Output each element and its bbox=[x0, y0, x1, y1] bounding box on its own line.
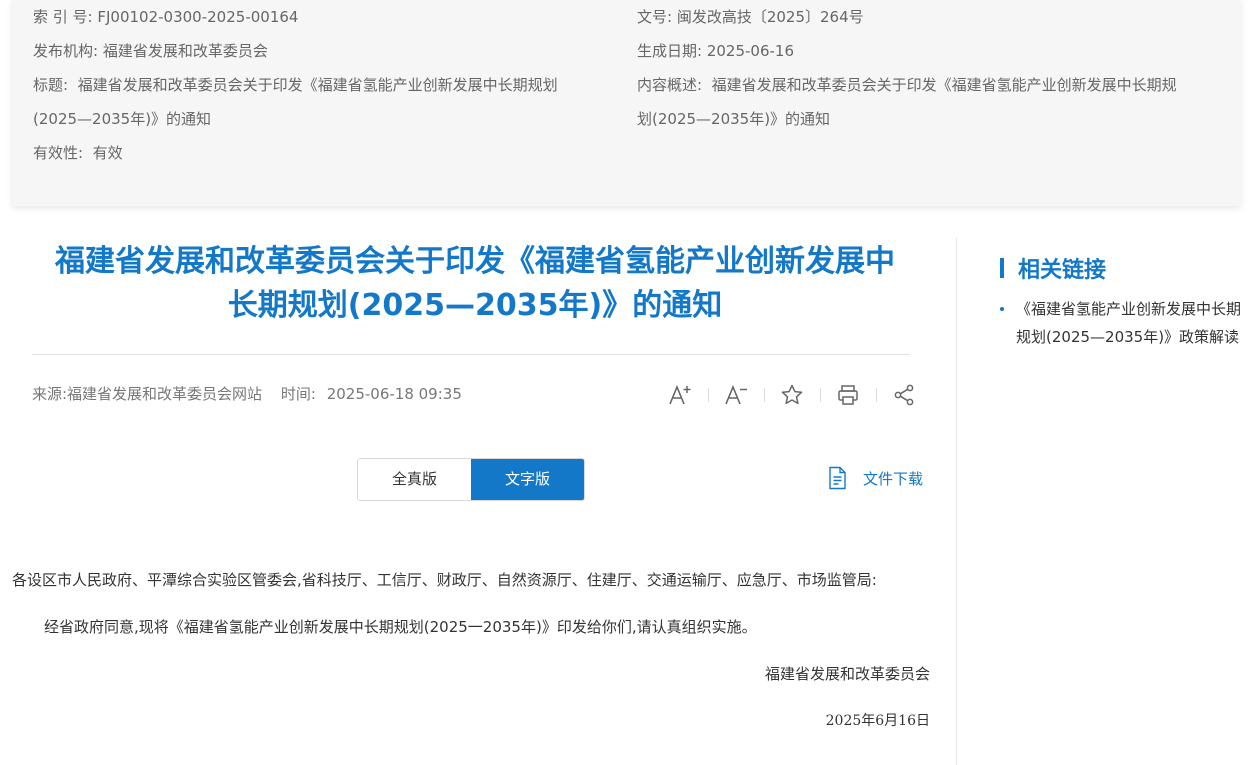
article-source: 来源:福建省发展和改革委员会网站 bbox=[32, 385, 263, 403]
document-icon bbox=[829, 466, 846, 490]
meta-value-cont: 划(2025—2035年)》的通知 bbox=[637, 110, 831, 128]
printer-icon bbox=[838, 385, 858, 405]
version-tabs: 全真版 文字版 bbox=[357, 458, 585, 501]
related-links-title: 相关链接 bbox=[1018, 258, 1107, 283]
time-label: 时间: bbox=[280, 385, 316, 403]
meta-label: 标题: bbox=[33, 76, 69, 94]
meta-value: 福建省发展和改革委员会关于印发《福建省氢能产业创新发展中长期规划 bbox=[77, 76, 558, 94]
column-divider bbox=[956, 238, 957, 765]
related-links: 相关链接 《福建省氢能产业创新发展中长期规划(2025—2035年)》政策解读 bbox=[1000, 251, 1245, 351]
meta-index-number: 索 引 号: FJ00102-0300-2025-00164 bbox=[33, 0, 603, 34]
font-decrease-icon bbox=[725, 384, 747, 405]
issue-date: 2025年6月16日 bbox=[825, 713, 930, 729]
related-links-list: 《福建省氢能产业创新发展中长期规划(2025—2035年)》政策解读 bbox=[1000, 295, 1245, 351]
article-title-line1: 福建省发展和改革委员会关于印发《福建省氢能产业创新发展中 bbox=[55, 244, 895, 279]
meta-label: 有效性: bbox=[33, 144, 84, 162]
meta-value: 福建省发展和改革委员会关于印发《福建省氢能产业创新发展中长期规 bbox=[711, 76, 1177, 94]
meta-column-right: 文号: 闽发改高技〔2025〕264号 生成日期: 2025-06-16 内容概… bbox=[637, 0, 1222, 136]
body-paragraph: 各设区市人民政府、平潭综合实验区管委会,省科技厅、工信厅、财政厅、自然资源厅、住… bbox=[12, 571, 877, 589]
tab-full-version[interactable]: 全真版 bbox=[358, 459, 471, 500]
meta-label: 索 引 号: bbox=[33, 8, 93, 26]
file-download-link[interactable]: 文件下载 bbox=[827, 466, 923, 490]
tab-text-version[interactable]: 文字版 bbox=[471, 459, 584, 500]
font-increase-icon bbox=[669, 384, 691, 405]
article-toolbar bbox=[652, 378, 932, 412]
font-increase-button[interactable] bbox=[652, 378, 708, 412]
meta-summary: 内容概述: 福建省发展和改革委员会关于印发《福建省氢能产业创新发展中长期规 划(… bbox=[637, 68, 1222, 136]
meta-value: 2025-06-16 bbox=[706, 42, 795, 60]
title-divider bbox=[32, 354, 910, 355]
article-title: 福建省发展和改革委员会关于印发《福建省氢能产业创新发展中 长期规划(2025—2… bbox=[20, 240, 930, 328]
meta-document-number: 文号: 闽发改高技〔2025〕264号 bbox=[637, 0, 1222, 34]
meta-label: 生成日期: bbox=[637, 42, 703, 60]
meta-value: 福建省发展和改革委员会 bbox=[102, 42, 268, 60]
star-icon bbox=[781, 384, 803, 405]
article-title-line2: 长期规划(2025—2035年)》的通知 bbox=[227, 288, 723, 323]
related-links-header: 相关链接 bbox=[1000, 251, 1245, 285]
font-decrease-button[interactable] bbox=[708, 378, 764, 412]
meta-validity: 有效性: 有效 bbox=[33, 136, 603, 170]
share-icon bbox=[894, 384, 914, 406]
meta-publisher: 发布机构: 福建省发展和改革委员会 bbox=[33, 34, 603, 68]
meta-label: 文号: bbox=[637, 8, 673, 26]
meta-value: 闽发改高技〔2025〕264号 bbox=[676, 8, 864, 26]
print-button[interactable] bbox=[820, 378, 876, 412]
meta-value: 有效 bbox=[92, 144, 123, 162]
heading-accent-bar bbox=[1000, 258, 1004, 278]
favorite-button[interactable] bbox=[764, 378, 820, 412]
body-paragraph: 经省政府同意,现将《福建省氢能产业创新发展中长期规划(2025一2035年)》印… bbox=[44, 618, 757, 636]
file-download-label: 文件下载 bbox=[863, 469, 924, 488]
share-button[interactable] bbox=[876, 378, 932, 412]
meta-label: 发布机构: bbox=[33, 42, 99, 60]
related-link-item[interactable]: 《福建省氢能产业创新发展中长期规划(2025—2035年)》政策解读 bbox=[1000, 295, 1245, 351]
meta-label: 内容概述: bbox=[637, 76, 703, 94]
signature: 福建省发展和改革委员会 bbox=[764, 665, 930, 683]
meta-generated-date: 生成日期: 2025-06-16 bbox=[637, 34, 1222, 68]
meta-value: FJ00102-0300-2025-00164 bbox=[97, 8, 299, 26]
article-body: 各设区市人民政府、平潭综合实验区管委会,省科技厅、工信厅、财政厅、自然资源厅、住… bbox=[12, 564, 930, 737]
meta-column-left: 索 引 号: FJ00102-0300-2025-00164 发布机构: 福建省… bbox=[33, 0, 603, 170]
meta-value-cont: (2025—2035年)》的通知 bbox=[33, 110, 212, 128]
article-info: 来源:福建省发展和改革委员会网站 时间: 2025-06-18 09:35 bbox=[32, 383, 476, 404]
meta-title: 标题: 福建省发展和改革委员会关于印发《福建省氢能产业创新发展中长期规划 (20… bbox=[33, 68, 603, 136]
article-time: 2025-06-18 09:35 bbox=[326, 385, 462, 403]
document-meta-card: 索 引 号: FJ00102-0300-2025-00164 发布机构: 福建省… bbox=[12, 0, 1241, 206]
